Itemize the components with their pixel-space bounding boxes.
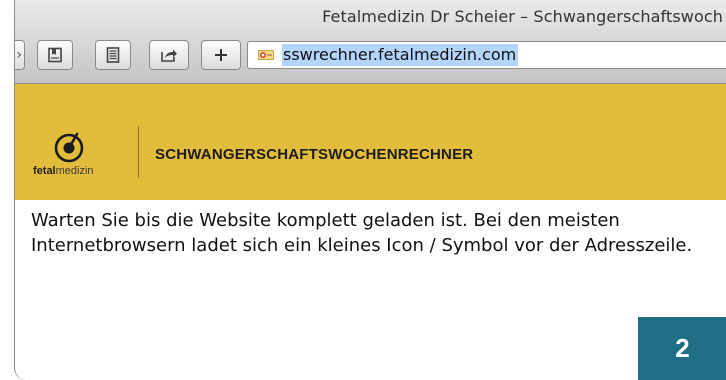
- logo-text-rest: medizin: [55, 165, 94, 177]
- browser-toolbar: Fetalmedizin Dr Scheier – Schwangerschaf…: [15, 0, 726, 84]
- address-bar[interactable]: sswrechner.fetalmedizin.com: [247, 41, 726, 69]
- share-button[interactable]: [149, 40, 189, 70]
- new-tab-button[interactable]: [201, 40, 241, 70]
- header-divider: [138, 126, 139, 178]
- address-url: sswrechner.fetalmedizin.com: [282, 44, 519, 66]
- back-button[interactable]: ›: [15, 40, 25, 70]
- window-title: Fetalmedizin Dr Scheier – Schwangerschaf…: [322, 7, 723, 26]
- plus-icon: [215, 49, 227, 61]
- logo-wordmark: fetalmedizin: [33, 165, 94, 177]
- favicon-icon: [258, 50, 274, 60]
- screenshot-frame: Fetalmedizin Dr Scheier – Schwangerschaf…: [14, 0, 726, 380]
- site-title: SCHWANGERSCHAFTSWOCHENRECHNER: [155, 146, 474, 163]
- reader-icon: [106, 47, 120, 63]
- back-icon: ›: [16, 47, 22, 63]
- bookmarks-button[interactable]: [37, 40, 73, 70]
- logo-text-bold: fetal: [33, 165, 56, 177]
- share-icon: [161, 49, 177, 62]
- bookmarks-icon: [48, 47, 62, 63]
- reader-button[interactable]: [95, 40, 131, 70]
- instruction-text: Warten Sie bis die Website komplett gela…: [31, 210, 693, 256]
- step-number-badge: 2: [638, 317, 726, 380]
